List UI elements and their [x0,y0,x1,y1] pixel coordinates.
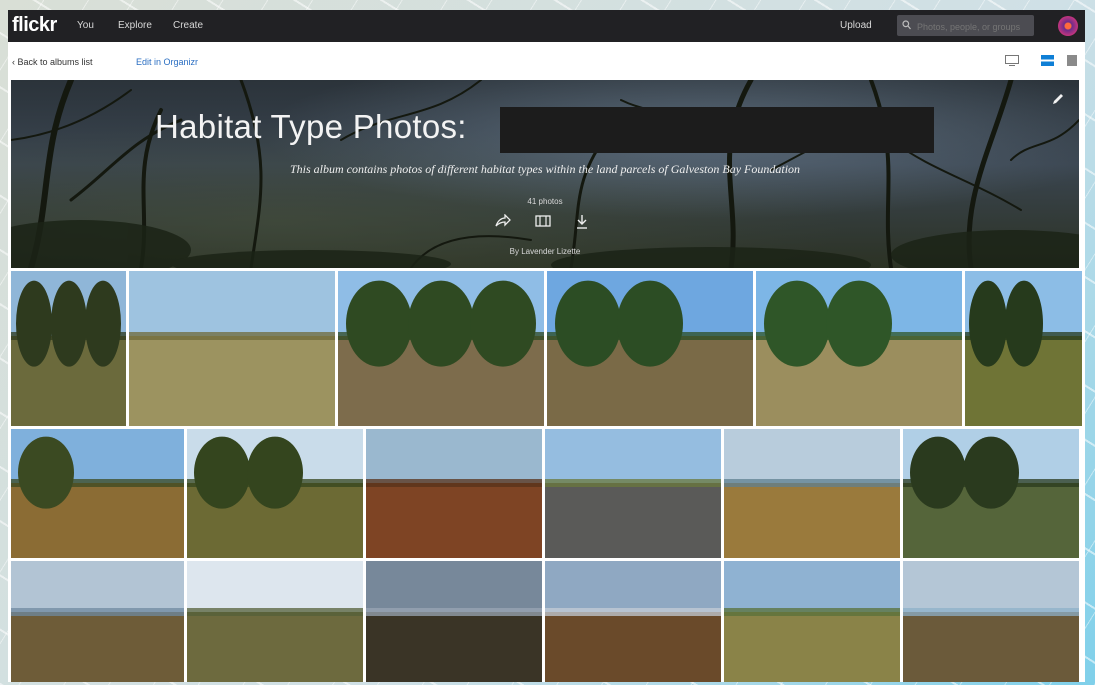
search-box[interactable] [897,15,1034,36]
album-photo[interactable] [547,271,753,426]
upload-link[interactable]: Upload [840,20,872,31]
album-photo[interactable] [366,561,542,682]
browser-window: flickr You Explore Create Upload ‹ Back … [8,10,1085,682]
grid-view-icon[interactable] [1041,55,1054,66]
search-icon [902,20,911,30]
nav-explore[interactable]: Explore [118,20,152,31]
album-photo[interactable] [11,561,184,682]
album-photo[interactable] [187,561,363,682]
album-photo[interactable] [11,429,184,558]
nav-you[interactable]: You [77,20,94,31]
album-photo[interactable] [545,561,721,682]
download-icon[interactable] [575,214,589,235]
album-photo[interactable] [11,271,126,426]
album-photo[interactable] [366,429,542,558]
user-avatar[interactable] [1058,16,1078,36]
album-photo[interactable] [545,429,721,558]
album-photo[interactable] [338,271,544,426]
album-photo[interactable] [903,561,1079,682]
album-photo[interactable] [903,429,1079,558]
redacted-block [500,107,934,153]
slideshow-icon[interactable] [535,214,551,233]
album-description: This album contains photos of different … [289,162,801,176]
list-view-icon[interactable] [1067,55,1077,66]
back-label: Back to albums list [17,57,93,67]
back-to-albums-link[interactable]: ‹ Back to albums list [12,57,93,67]
flickr-header: flickr You Explore Create Upload [8,10,1085,42]
album-photo[interactable] [129,271,335,426]
album-photo[interactable] [965,271,1082,426]
album-toolbar: ‹ Back to albums list Edit in Organizr [8,42,1085,78]
album-photo[interactable] [187,429,363,558]
share-icon[interactable] [495,213,511,233]
nav-create[interactable]: Create [173,20,203,31]
layout-icon[interactable] [1005,55,1019,66]
flickr-logo[interactable]: flickr [12,14,57,37]
album-photo[interactable] [724,429,900,558]
album-title: Habitat Type Photos: [155,108,467,145]
pencil-icon[interactable] [1051,92,1065,106]
album-photo[interactable] [756,271,962,426]
album-actions [495,213,595,235]
photo-count: 41 photos [527,197,563,206]
search-input[interactable] [915,18,1031,35]
album-photo[interactable] [724,561,900,682]
edit-in-organizr-link[interactable]: Edit in Organizr [136,57,198,67]
album-cover: Habitat Type Photos: This album contains… [11,80,1079,268]
album-owner: By Lavender Lizette [509,247,581,256]
